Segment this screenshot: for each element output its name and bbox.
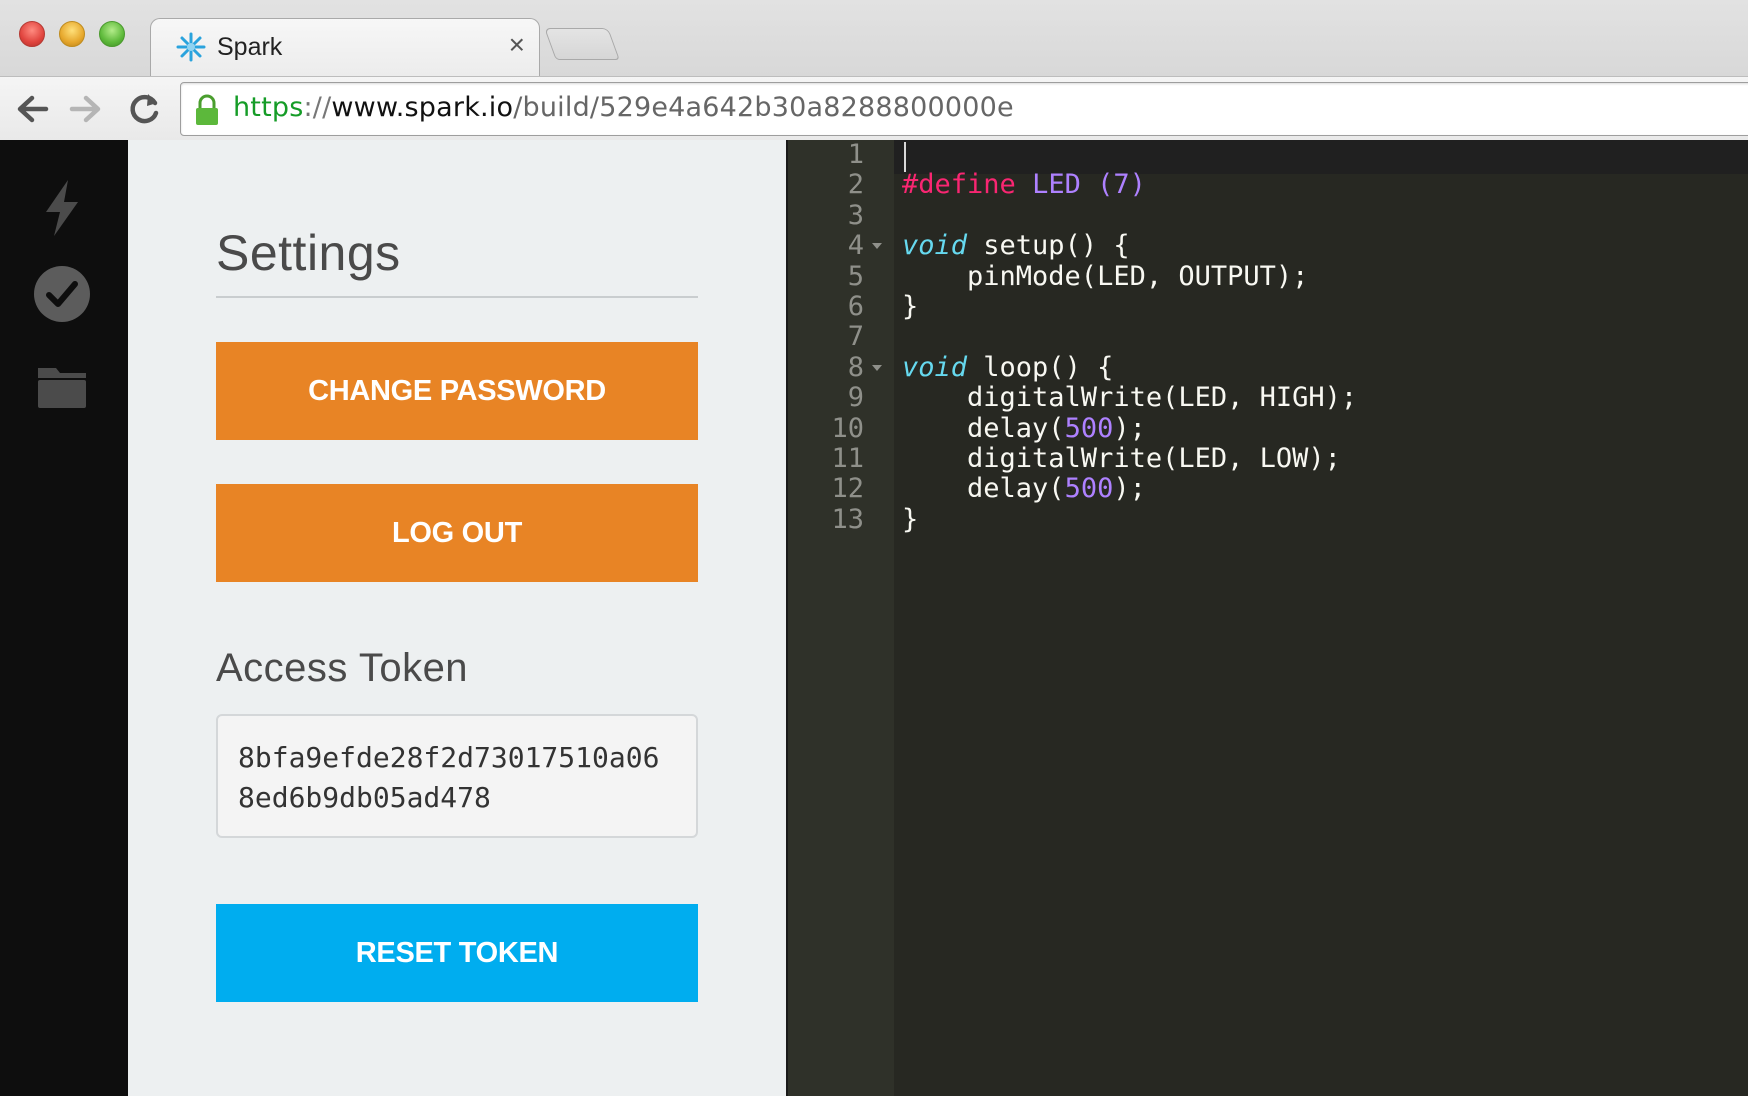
code-token: delay(	[902, 473, 1065, 505]
address-bar[interactable]: https://www.spark.io/build/529e4a642b30a…	[180, 82, 1748, 136]
code-line[interactable]: 6}	[788, 290, 1748, 324]
code-line[interactable]: 3	[788, 199, 1748, 233]
code-line[interactable]: 12 delay(500);	[788, 472, 1748, 506]
line-number: 6	[847, 291, 864, 322]
line-number: 4	[847, 230, 864, 262]
fold-arrow-icon[interactable]	[872, 364, 882, 371]
code-line[interactable]: 5 pinMode(LED, OUTPUT);	[788, 260, 1748, 294]
new-tab-button[interactable]	[544, 28, 620, 60]
code-text: #define LED (7)	[902, 168, 1146, 202]
tab-title: Spark	[217, 33, 283, 61]
verify-icon[interactable]	[30, 262, 94, 326]
code-token: #define	[902, 169, 1016, 201]
code-token: loop() {	[967, 351, 1114, 383]
browser-tab-spark[interactable]: Spark ×	[150, 18, 540, 76]
forward-arrow-icon[interactable]	[66, 89, 106, 129]
sidebar-rail	[0, 140, 128, 1096]
code-line[interactable]: 10 delay(500);	[788, 412, 1748, 446]
code-text: delay(500);	[902, 472, 1146, 506]
code-line[interactable]: 1	[788, 138, 1748, 172]
logout-button[interactable]: LOG OUT	[216, 484, 698, 582]
code-token: );	[1113, 412, 1146, 444]
code-token: );	[1113, 473, 1146, 505]
line-number: 9	[847, 382, 864, 414]
line-number: 3	[847, 199, 864, 231]
change-password-button[interactable]: CHANGE PASSWORD	[216, 342, 698, 440]
code-text: }	[902, 290, 918, 324]
access-token-field[interactable]: 8bfa9efde28f2d73017510a068ed6b9db05ad478	[216, 714, 698, 838]
files-icon[interactable]	[30, 354, 94, 418]
browser-chrome: Spark × https://www.spark.io/build/529e4…	[0, 0, 1748, 140]
fold-arrow-icon[interactable]	[872, 243, 882, 250]
minimize-window-button[interactable]	[59, 21, 85, 47]
reload-icon[interactable]	[124, 89, 164, 129]
code-text: delay(500);	[902, 412, 1146, 446]
code-token: 500	[1064, 473, 1114, 505]
browser-toolbar: https://www.spark.io/build/529e4a642b30a…	[0, 76, 1748, 140]
code-token: pinMode(LED, OUTPUT);	[902, 260, 1309, 292]
code-token: setup() {	[967, 230, 1130, 262]
code-token: delay(	[902, 412, 1065, 444]
line-number: 5	[847, 260, 864, 292]
line-number: 11	[831, 443, 864, 474]
code-editor[interactable]: 1 2 #define LED (7) 3 4 void setup() {5 pinMo…	[788, 138, 1748, 1096]
code-line[interactable]: 4 void setup() {	[788, 229, 1748, 263]
url-text: https://www.spark.io/build/529e4a642b30a…	[233, 92, 1014, 123]
access-token-label: Access Token	[216, 646, 469, 690]
code-token: void	[902, 351, 968, 383]
reset-token-button[interactable]: RESET TOKEN	[216, 904, 698, 1002]
line-number: 8	[847, 351, 864, 383]
code-text: pinMode(LED, OUTPUT);	[902, 260, 1308, 294]
code-token: }	[902, 503, 919, 535]
spark-favicon-icon	[176, 32, 206, 62]
back-arrow-icon[interactable]	[12, 89, 52, 129]
settings-title: Settings	[216, 225, 401, 281]
settings-panel: Settings CHANGE PASSWORD LOG OUT Access …	[128, 140, 788, 1096]
code-token: digitalWrite(LED, HIGH);	[902, 382, 1358, 414]
code-text: digitalWrite(LED, LOW);	[902, 442, 1341, 476]
line-number: 1	[847, 139, 864, 170]
code-token: void	[902, 230, 968, 262]
lock-icon	[196, 94, 218, 125]
code-text: digitalWrite(LED, HIGH);	[902, 381, 1357, 415]
line-number: 12	[831, 473, 864, 505]
close-window-button[interactable]	[19, 21, 45, 47]
line-number: 2	[847, 169, 864, 201]
code-line[interactable]: 11 digitalWrite(LED, LOW);	[788, 442, 1748, 476]
code-token: digitalWrite(LED, LOW);	[902, 443, 1341, 474]
code-text: void loop() {	[902, 351, 1113, 385]
code-text: void setup() {	[902, 229, 1130, 263]
code-token: }	[902, 291, 919, 322]
tab-close-icon[interactable]: ×	[509, 29, 525, 61]
code-token: 500	[1064, 412, 1114, 444]
line-number: 7	[847, 321, 864, 353]
settings-divider	[216, 296, 698, 298]
zoom-window-button[interactable]	[99, 21, 125, 47]
code-token: LED (7)	[1032, 169, 1146, 201]
line-number: 10	[831, 412, 864, 444]
code-line[interactable]: 2 #define LED (7)	[788, 168, 1748, 202]
code-line[interactable]: 7	[788, 320, 1748, 354]
code-line[interactable]: 13}	[788, 503, 1748, 537]
code-text: }	[902, 503, 918, 537]
line-number: 13	[831, 503, 864, 535]
code-line[interactable]: 8 void loop() {	[788, 351, 1748, 385]
flash-icon[interactable]	[30, 176, 94, 240]
code-line[interactable]: 9 digitalWrite(LED, HIGH);	[788, 381, 1748, 415]
